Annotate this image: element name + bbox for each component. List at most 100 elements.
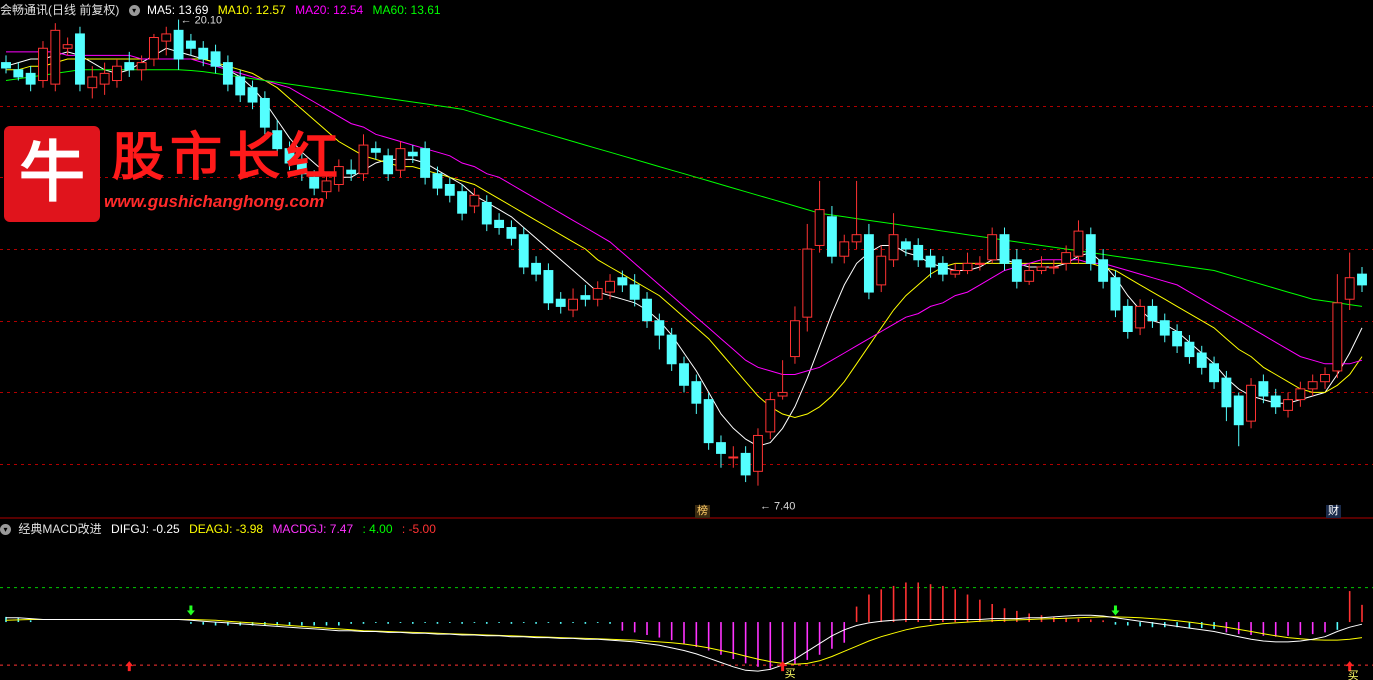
candle-body-down: [25, 72, 36, 85]
candle: [642, 292, 652, 328]
candle-body-down: [531, 262, 542, 275]
candle: [506, 220, 517, 246]
candle-body-down: [1258, 381, 1269, 397]
candle-body-down: [1159, 320, 1170, 336]
candle: [1320, 367, 1330, 389]
candle-body-down: [1233, 395, 1244, 426]
candle-body-up: [112, 65, 122, 82]
candle: [1110, 270, 1121, 318]
candle-body-down: [629, 284, 640, 300]
candle: [75, 26, 85, 92]
deagj-label: DEAGJ: -3.98: [189, 522, 264, 536]
candle: [469, 188, 480, 214]
event-badge-finance[interactable]: 财: [1326, 505, 1341, 518]
event-badge-list[interactable]: 榜: [695, 505, 710, 518]
candle: [494, 213, 505, 235]
candle: [432, 166, 443, 196]
candle-body-down: [913, 244, 924, 261]
candle-body-down: [679, 363, 689, 386]
candle-body-down: [383, 155, 394, 175]
candle-body-down: [235, 76, 246, 96]
candle: [112, 59, 122, 88]
candle-body-down: [1196, 352, 1207, 368]
candle: [753, 428, 763, 486]
candle: [161, 26, 172, 56]
ma20-label: MA20: 12.54: [295, 3, 364, 17]
candle-body-up: [765, 399, 776, 433]
candle-body-down: [716, 442, 726, 454]
candle-body-up: [1307, 381, 1318, 390]
candle: [1036, 256, 1047, 275]
candle: [1221, 370, 1232, 422]
candle-body-down: [1357, 273, 1367, 286]
candle-body-up: [62, 44, 73, 49]
candle-body-down: [407, 151, 418, 157]
candle-body-down: [1011, 259, 1022, 282]
candle-body-down: [1209, 363, 1220, 383]
difgj-label: DIFGJ: -0.25: [111, 522, 180, 536]
candle-body-down: [925, 255, 936, 268]
candle: [987, 227, 998, 264]
candle: [1048, 259, 1059, 275]
candle-body-up: [987, 234, 998, 261]
candle: [370, 141, 381, 160]
candle-body-up: [728, 456, 739, 459]
candle: [210, 44, 221, 74]
candle-body-down: [75, 33, 85, 85]
watermark-logo: 牛: [4, 126, 100, 222]
candle: [543, 263, 554, 310]
candle: [25, 66, 36, 92]
candle-body-down: [247, 87, 258, 103]
candle: [148, 33, 159, 67]
candle-body-down: [999, 234, 1010, 264]
buy-arrow-icon: [125, 661, 134, 672]
low-price-label: ← 7.40: [760, 501, 795, 513]
candle-body-up: [99, 72, 110, 85]
candle-body-up: [1036, 266, 1047, 272]
sell-arrow-icon: [1111, 605, 1120, 616]
candle-body-up: [1283, 399, 1293, 411]
candle-body-down: [580, 295, 591, 300]
candle: [691, 374, 702, 414]
candle-body-up: [839, 241, 850, 257]
candle: [50, 23, 61, 92]
candle: [679, 356, 689, 393]
candle: [1332, 274, 1343, 379]
candle: [716, 435, 726, 468]
candle: [1135, 299, 1146, 336]
candle: [1283, 392, 1293, 418]
candle-body-down: [259, 97, 270, 128]
candle: [863, 223, 874, 300]
candle-body-down: [1172, 330, 1183, 347]
candle-body-down: [444, 184, 455, 196]
candle: [383, 148, 394, 181]
candle-body-down: [124, 62, 135, 71]
candle-body-down: [1270, 395, 1281, 408]
candle-body-up: [974, 262, 985, 265]
chevron-down-icon[interactable]: ▾: [0, 524, 11, 536]
candle-body-up: [1073, 230, 1084, 257]
candle-body-down: [555, 298, 566, 307]
candle-body-up: [802, 248, 813, 318]
candle-body-up: [1295, 388, 1306, 401]
chevron-down-icon[interactable]: ▾: [128, 5, 140, 17]
candle-body-up: [876, 255, 887, 286]
candle-body-down: [1, 62, 11, 69]
candle-body-down: [1122, 305, 1133, 332]
watermark-title: 股市长红: [112, 127, 345, 188]
candle: [222, 55, 233, 92]
candle: [765, 392, 776, 440]
candle-body-down: [506, 227, 517, 239]
candle: [358, 134, 369, 181]
candle: [185, 33, 196, 56]
candle: [457, 184, 468, 221]
candle: [876, 245, 887, 293]
candle-body-up: [38, 47, 48, 82]
candle-body-up: [1344, 277, 1355, 300]
candle-body-down: [198, 47, 209, 60]
candle-body-down: [863, 234, 874, 293]
candle: [913, 238, 924, 267]
candle-body-up: [851, 234, 862, 243]
candles: [1, 19, 1367, 486]
candle-body-down: [617, 277, 628, 286]
